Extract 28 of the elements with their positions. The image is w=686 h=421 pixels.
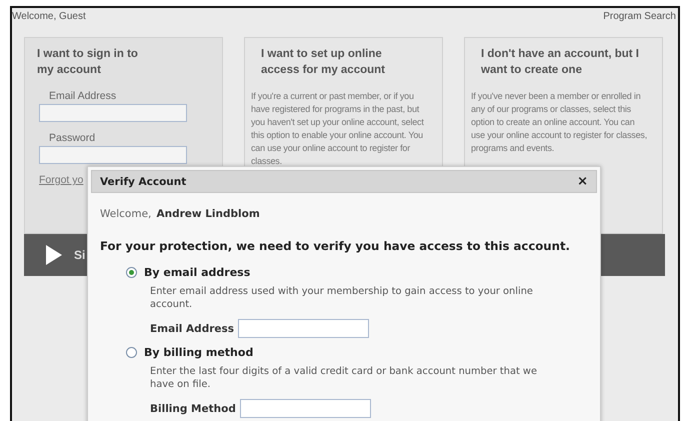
user-name: Andrew Lindblom (156, 208, 260, 220)
option-description: Enter email address used with your membership to gain access to your online account. (150, 285, 534, 311)
panel-description: If you've never been a member or enrolled in any of our programs or classes, select this option to create an online account. You can use your online account to register for classes, programs and events. (471, 90, 648, 155)
input-field[interactable] (39, 146, 187, 164)
input-field[interactable] (240, 399, 371, 418)
action-label: Si (74, 248, 86, 262)
input-field[interactable] (39, 104, 187, 122)
welcome-text: Welcome, Guest (12, 11, 86, 24)
welcome-label: Welcome, (100, 208, 152, 220)
field-label: Email Address (49, 90, 116, 102)
panel-title: I don't have an account, but I want to create one (481, 47, 640, 78)
option-label[interactable]: By billing method (144, 346, 254, 359)
dialog-title: Verify Account (100, 176, 186, 188)
field-label: Password (49, 132, 96, 144)
option-description: Enter the last four digits of a valid credit card or bank account number that we have on file. (150, 365, 538, 391)
panel-description: If you're a current or past member, or if you have registered for programs in the past, but you haven't set up your online account, select this option to enable your online account. You can use your online account to register for classes. (251, 90, 425, 168)
close-button[interactable]: × (577, 174, 588, 189)
option-label[interactable]: By email address (144, 266, 250, 279)
radio-button[interactable] (126, 347, 137, 358)
dialog-heading: For your protection, we need to verify you have access to this account. (100, 238, 570, 254)
field-label: Billing Method (150, 402, 236, 414)
field-label: Email Address (150, 322, 234, 334)
input-field[interactable] (238, 319, 370, 338)
play-icon (46, 245, 62, 265)
radio-button[interactable] (126, 267, 137, 278)
panel-title: I want to sign in to my account (37, 47, 139, 78)
program-search-link[interactable]: Program Search (603, 11, 676, 25)
panel-title: I want to set up online access for my account (261, 47, 386, 78)
